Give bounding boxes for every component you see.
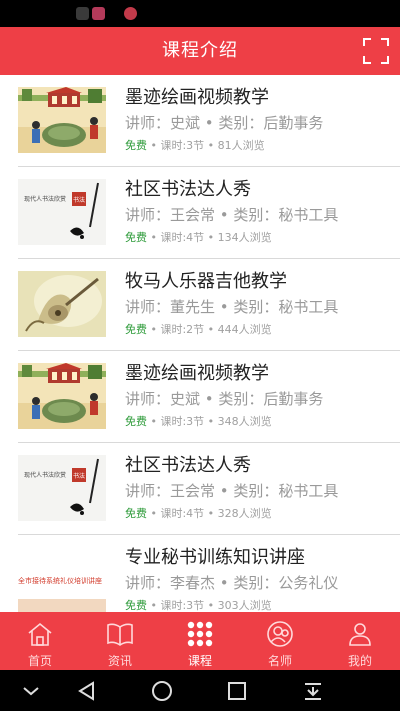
course-meta: 讲师：史斌 • 类别：后勤事务 bbox=[125, 114, 324, 132]
course-stats: 免费 • 课时:4节 • 328人浏览 bbox=[125, 505, 272, 521]
course-title: 墨迹绘画视频教学 bbox=[125, 87, 269, 108]
tab-label: 名师 bbox=[267, 654, 292, 668]
course-stats-text: • 课时:3节 • 303人浏览 bbox=[147, 599, 272, 612]
tab-label: 课程 bbox=[187, 654, 212, 668]
book-icon bbox=[106, 620, 134, 648]
course-meta: 讲师：董先生 • 类别：秘书工具 bbox=[125, 298, 339, 316]
course-list-item[interactable]: 墨迹绘画视频教学 讲师：史斌 • 类别：后勤事务 免费 • 课时:3节 • 81… bbox=[0, 75, 400, 167]
course-stats: 免费 • 课时:4节 • 134人浏览 bbox=[125, 229, 272, 245]
recents-icon[interactable] bbox=[224, 678, 250, 704]
tab-label: 资讯 bbox=[107, 654, 132, 668]
course-list-item[interactable]: 现代人书法欣赏 书法 社区书法达人秀 讲师：王会常 • 类别：秘书工具 免费 •… bbox=[0, 443, 400, 535]
app-notification-icon bbox=[76, 7, 89, 20]
profile-icon bbox=[346, 620, 374, 648]
course-thumbnail: 现代人书法欣赏 书法 bbox=[18, 179, 106, 245]
course-list-item[interactable]: 牧马人乐器吉他教学 讲师：董先生 • 类别：秘书工具 免费 • 课时:2节 • … bbox=[0, 259, 400, 351]
tab-news[interactable]: 资讯 bbox=[80, 612, 160, 670]
course-meta: 讲师：李春杰 • 类别：公务礼仪 bbox=[125, 574, 339, 592]
scan-icon[interactable] bbox=[362, 37, 390, 65]
course-thumbnail bbox=[18, 87, 106, 153]
course-title: 社区书法达人秀 bbox=[125, 179, 251, 200]
course-stats-text: • 课时:3节 • 348人浏览 bbox=[147, 415, 272, 428]
course-stats: 免费 • 课时:2节 • 444人浏览 bbox=[125, 321, 272, 337]
collapse-icon[interactable] bbox=[18, 678, 44, 704]
status-bar bbox=[0, 0, 400, 27]
course-meta: 讲师：王会常 • 类别：秘书工具 bbox=[125, 482, 339, 500]
course-stats: 免费 • 课时:3节 • 303人浏览 bbox=[125, 597, 272, 612]
system-nav-bar bbox=[0, 670, 400, 711]
back-icon[interactable] bbox=[74, 678, 100, 704]
thumbnail-caption: 现代人书法欣赏 bbox=[24, 471, 66, 479]
app-notification-icon bbox=[92, 7, 105, 20]
course-list: 墨迹绘画视频教学 讲师：史斌 • 类别：后勤事务 免费 • 课时:3节 • 81… bbox=[0, 75, 400, 612]
home-circle-icon[interactable] bbox=[149, 678, 175, 704]
free-badge: 免费 bbox=[125, 323, 147, 336]
bottom-tab-bar: 首页 资讯 课程 名师 我的 bbox=[0, 612, 400, 670]
course-list-item[interactable]: 现代人书法欣赏 书法 社区书法达人秀 讲师：王会常 • 类别：秘书工具 免费 •… bbox=[0, 167, 400, 259]
course-stats-text: • 课时:3节 • 81人浏览 bbox=[147, 139, 265, 152]
course-title: 社区书法达人秀 bbox=[125, 455, 251, 476]
free-badge: 免费 bbox=[125, 599, 147, 612]
notification-pull-icon[interactable] bbox=[300, 678, 326, 704]
tab-courses[interactable]: 课程 bbox=[160, 612, 240, 670]
course-stats-text: • 课时:2节 • 444人浏览 bbox=[147, 323, 272, 336]
free-badge: 免费 bbox=[125, 139, 147, 152]
tab-home[interactable]: 首页 bbox=[0, 612, 80, 670]
tab-profile[interactable]: 我的 bbox=[320, 612, 400, 670]
course-thumbnail: 现代人书法欣赏 书法 bbox=[18, 455, 106, 521]
course-list-item[interactable]: 墨迹绘画视频教学 讲师：史斌 • 类别：后勤事务 免费 • 课时:3节 • 34… bbox=[0, 351, 400, 443]
thumbnail-caption: 全市接待系统礼仪培训讲座 bbox=[18, 576, 102, 585]
teacher-icon bbox=[266, 620, 294, 648]
tab-label: 首页 bbox=[27, 654, 52, 668]
page-title: 课程介绍 bbox=[162, 40, 238, 61]
free-badge: 免费 bbox=[125, 507, 147, 520]
grid-icon bbox=[186, 620, 214, 648]
course-title: 墨迹绘画视频教学 bbox=[125, 363, 269, 384]
seal-text: 书法 bbox=[73, 472, 85, 480]
tab-label: 我的 bbox=[347, 654, 372, 668]
course-stats: 免费 • 课时:3节 • 348人浏览 bbox=[125, 413, 272, 429]
course-thumbnail bbox=[18, 363, 106, 429]
course-stats: 免费 • 课时:3节 • 81人浏览 bbox=[125, 137, 265, 153]
course-stats-text: • 课时:4节 • 134人浏览 bbox=[147, 231, 272, 244]
thumbnail-caption: 现代人书法欣赏 bbox=[24, 195, 66, 203]
course-title: 专业秘书训练知识讲座 bbox=[125, 547, 305, 568]
home-icon bbox=[26, 620, 54, 648]
course-meta: 讲师：史斌 • 类别：后勤事务 bbox=[125, 390, 324, 408]
course-thumbnail: 全市接待系统礼仪培训讲座 bbox=[18, 547, 106, 612]
course-thumbnail bbox=[18, 271, 106, 337]
header-bar: 课程介绍 bbox=[0, 27, 400, 75]
course-title: 牧马人乐器吉他教学 bbox=[125, 271, 287, 292]
course-meta: 讲师：王会常 • 类别：秘书工具 bbox=[125, 206, 339, 224]
course-list-item[interactable]: 全市接待系统礼仪培训讲座 专业秘书训练知识讲座 讲师：李春杰 • 类别：公务礼仪… bbox=[0, 535, 400, 612]
free-badge: 免费 bbox=[125, 415, 147, 428]
course-stats-text: • 课时:4节 • 328人浏览 bbox=[147, 507, 272, 520]
free-badge: 免费 bbox=[125, 231, 147, 244]
tab-teachers[interactable]: 名师 bbox=[240, 612, 320, 670]
seal-text: 书法 bbox=[73, 196, 85, 204]
app-notification-icon bbox=[124, 7, 137, 20]
